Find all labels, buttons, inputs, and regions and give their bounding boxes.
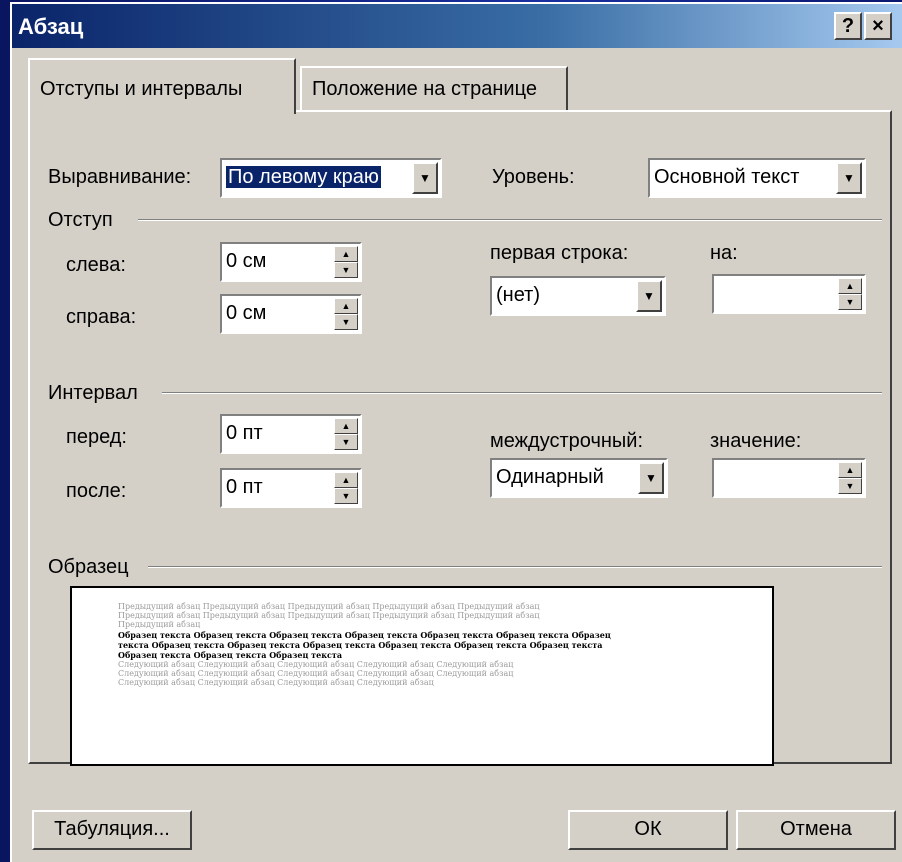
dialog-title: Абзац: [18, 14, 84, 39]
tab-label: Положение на странице: [312, 78, 537, 100]
first-line-by-spinner[interactable]: ▲ ▼: [838, 278, 862, 310]
preview-next-line: Следующий абзац Следующий абзац Следующи…: [118, 669, 514, 678]
tab-label: Отступы и интервалы: [40, 78, 243, 100]
spin-up-icon[interactable]: ▲: [334, 298, 358, 314]
spacing-before-spinner[interactable]: ▲ ▼: [334, 418, 358, 450]
spacing-before-value: 0 пт: [226, 422, 263, 444]
indent-right-spinner[interactable]: ▲ ▼: [334, 298, 358, 330]
alignment-value: По левому краю: [226, 166, 381, 188]
spin-down-icon[interactable]: ▼: [838, 478, 862, 494]
chevron-down-icon[interactable]: ▼: [412, 162, 438, 194]
line-spacing-label: междустрочный:: [490, 430, 644, 452]
first-line-select[interactable]: (нет) ▼: [490, 276, 666, 316]
spacing-after-value: 0 пт: [226, 476, 263, 498]
indent-right-label: справа:: [66, 306, 137, 328]
line-spacing-at-spinner[interactable]: ▲ ▼: [838, 462, 862, 494]
tab-indents-spacing[interactable]: Отступы и интервалы: [28, 58, 296, 114]
line-spacing-value: Одинарный: [496, 466, 604, 488]
spacing-after-spinner[interactable]: ▲ ▼: [334, 472, 358, 504]
first-line-value: (нет): [496, 284, 540, 306]
chevron-down-icon[interactable]: ▼: [636, 280, 662, 312]
spin-down-icon[interactable]: ▼: [334, 488, 358, 504]
paragraph-dialog: Абзац ? × Отступы и интервалы Положение …: [10, 2, 902, 862]
first-line-label: первая строка:: [490, 242, 629, 264]
spacing-divider: [162, 392, 882, 394]
first-line-by-input[interactable]: ▲ ▼: [712, 274, 866, 314]
indent-left-label: слева:: [66, 254, 126, 276]
preview-prev-line: Предыдущий абзац: [118, 620, 201, 629]
indent-right-input[interactable]: 0 см ▲ ▼: [220, 294, 362, 334]
tabs-button[interactable]: Табуляция...: [32, 810, 192, 850]
spin-up-icon[interactable]: ▲: [334, 418, 358, 434]
spin-down-icon[interactable]: ▼: [838, 294, 862, 310]
level-label: Уровень:: [492, 166, 575, 188]
indent-right-value: 0 см: [226, 302, 267, 324]
preview-prev-line: Предыдущий абзац Предыдущий абзац Предыд…: [118, 611, 540, 620]
preview-next-line: Следующий абзац Следующий абзац Следующи…: [118, 678, 434, 687]
preview-sample-line: Образец текста Образец текста Образец те…: [118, 630, 611, 640]
spin-up-icon[interactable]: ▲: [334, 472, 358, 488]
cancel-button[interactable]: Отмена: [736, 810, 896, 850]
spacing-before-input[interactable]: 0 пт ▲ ▼: [220, 414, 362, 454]
indent-left-value: 0 см: [226, 250, 267, 272]
spin-up-icon[interactable]: ▲: [334, 246, 358, 262]
alignment-select[interactable]: По левому краю ▼: [220, 158, 442, 198]
preview-sample-line: текста Образец текста Образец текста Обр…: [118, 640, 603, 650]
chevron-down-icon[interactable]: ▼: [836, 162, 862, 194]
spacing-after-label: после:: [66, 480, 127, 502]
spin-down-icon[interactable]: ▼: [334, 434, 358, 450]
alignment-label: Выравнивание:: [48, 166, 192, 188]
close-button[interactable]: ×: [864, 12, 892, 40]
spacing-before-label: перед:: [66, 426, 127, 448]
spacing-after-input[interactable]: 0 пт ▲ ▼: [220, 468, 362, 508]
ok-button[interactable]: ОК: [568, 810, 728, 850]
line-spacing-at-label: значение:: [710, 430, 802, 452]
line-spacing-select[interactable]: Одинарный ▼: [490, 458, 668, 498]
first-line-by-label: на:: [710, 242, 738, 264]
tab-line-page-breaks[interactable]: Положение на странице: [300, 66, 568, 110]
level-select[interactable]: Основной текст ▼: [648, 158, 866, 198]
preview-divider: [148, 566, 882, 568]
indent-left-spinner[interactable]: ▲ ▼: [334, 246, 358, 278]
preview-next-line: Следующий абзац Следующий абзац Следующи…: [118, 660, 514, 669]
preview-sample-line: Образец текста Образец текста Образец те…: [118, 650, 342, 660]
indent-left-input[interactable]: 0 см ▲ ▼: [220, 242, 362, 282]
help-button[interactable]: ?: [834, 12, 862, 40]
spin-down-icon[interactable]: ▼: [334, 262, 358, 278]
indent-divider: [138, 219, 882, 221]
chevron-down-icon[interactable]: ▼: [638, 462, 664, 494]
level-value: Основной текст: [654, 166, 800, 188]
line-spacing-at-input[interactable]: ▲ ▼: [712, 458, 866, 498]
indent-group-label: Отступ: [48, 209, 113, 231]
preview-group-label: Образец: [48, 556, 129, 578]
preview-prev-line: Предыдущий абзац Предыдущий абзац Предыд…: [118, 602, 540, 611]
spin-up-icon[interactable]: ▲: [838, 278, 862, 294]
spacing-group-label: Интервал: [48, 382, 138, 404]
spin-up-icon[interactable]: ▲: [838, 462, 862, 478]
spin-down-icon[interactable]: ▼: [334, 314, 358, 330]
preview-box: Предыдущий абзац Предыдущий абзац Предыд…: [70, 586, 774, 766]
title-bar: Абзац ? ×: [12, 4, 902, 48]
